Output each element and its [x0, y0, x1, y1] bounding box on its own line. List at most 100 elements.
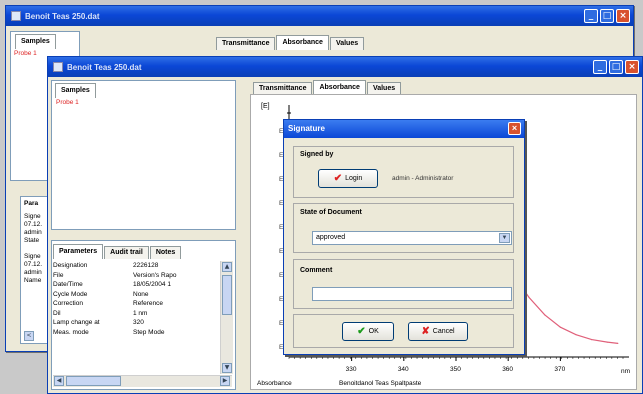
- scroll-right-button[interactable]: ▶: [220, 376, 230, 386]
- samples-panel: Samples Probe 1: [51, 80, 236, 230]
- parameters-table: Designation 2226128 File Version's Rapo Date…: [53, 262, 228, 338]
- state-select[interactable]: approved ▼: [312, 231, 512, 245]
- app-icon: [11, 11, 21, 21]
- x-axis-label: Absorbance: [257, 380, 292, 387]
- comment-section: Comment: [293, 259, 514, 309]
- maximize-button[interactable]: □: [609, 60, 623, 74]
- minimize-button[interactable]: _: [584, 9, 598, 23]
- scroll-up-button[interactable]: ▲: [222, 262, 232, 272]
- back-scroll-left-button[interactable]: <: [24, 331, 34, 341]
- cancel-button[interactable]: ✘ Cancel: [408, 322, 468, 341]
- chart-tabs: Transmittance Absorbance Values: [253, 80, 402, 95]
- signed-by-label: Signed by: [300, 151, 334, 158]
- parameters-tabs: Parameters Audit trail Notes: [53, 244, 182, 259]
- data-point: [617, 342, 619, 344]
- param-key: Designation: [53, 262, 88, 269]
- tab-audit-trail[interactable]: Audit trail: [104, 246, 149, 259]
- param-value: 18/05/2004 1: [133, 281, 171, 288]
- tab-absorbance[interactable]: Absorbance: [313, 80, 366, 95]
- back-window-title: Benoit Teas 250.dat: [25, 11, 100, 21]
- x-tick-label: 370: [554, 366, 565, 373]
- dialog-close-button[interactable]: ×: [508, 122, 521, 135]
- scroll-thumb[interactable]: [222, 275, 232, 315]
- back-param-line: Signe: [24, 213, 41, 220]
- chart-subtitle: Benoitdanol Teas Spaltpaste: [339, 380, 422, 387]
- y-axis-label: [E]: [261, 103, 270, 110]
- param-value: None: [133, 290, 149, 298]
- chevron-down-icon[interactable]: ▼: [499, 233, 510, 243]
- back-param-line: 07.12.: [24, 261, 43, 268]
- login-button-label: Login: [345, 175, 363, 182]
- checkmark-icon: ✔: [333, 173, 343, 184]
- data-point: [528, 296, 530, 299]
- state-select-value: approved: [316, 234, 346, 241]
- scroll-down-button[interactable]: ▼: [222, 363, 232, 373]
- table-row[interactable]: Lamp change at 320: [53, 319, 228, 329]
- table-row[interactable]: File Version's Rapo: [53, 272, 228, 282]
- samples-tab[interactable]: Samples: [55, 83, 96, 98]
- back-sample-item[interactable]: Probe 1: [14, 50, 37, 57]
- data-point: [559, 326, 561, 328]
- front-window-title: Benoit Teas 250.dat: [67, 62, 142, 72]
- param-key: Correction: [53, 300, 83, 307]
- table-row[interactable]: Designation 2226128: [53, 262, 228, 272]
- x-tick-label: 340: [398, 366, 409, 373]
- back-samples-tab[interactable]: Samples: [15, 34, 56, 49]
- front-window-titlebar[interactable]: Benoit Teas 250.dat _ □ ×: [48, 57, 642, 77]
- close-button[interactable]: ×: [625, 60, 639, 74]
- back-param-line: State: [24, 237, 40, 244]
- table-row[interactable]: Correction Reference: [53, 300, 228, 310]
- back-tab-values[interactable]: Values: [329, 37, 365, 50]
- comment-label: Comment: [300, 267, 333, 274]
- signed-by-section: Signed by ✔ Login admin - Administrator: [293, 146, 514, 198]
- cancel-x-icon: ✘: [421, 326, 430, 337]
- data-point: [575, 334, 577, 336]
- param-key: Date/Time: [53, 281, 83, 288]
- back-param-line: [24, 245, 42, 253]
- comment-field[interactable]: [312, 287, 512, 301]
- close-button[interactable]: ×: [616, 9, 630, 23]
- ok-button[interactable]: ✔ OK: [342, 322, 394, 341]
- back-param-line: 07.12.: [24, 221, 43, 228]
- back-params-label: Para: [24, 200, 39, 207]
- table-row[interactable]: Cycle Mode None: [53, 291, 228, 301]
- param-key: Cycle Mode: [53, 290, 88, 298]
- maximize-button[interactable]: □: [600, 9, 614, 23]
- x-tick-label: 350: [450, 366, 461, 373]
- cancel-button-label: Cancel: [432, 328, 455, 335]
- parameters-scrollbar[interactable]: ▲ ▼: [220, 261, 233, 374]
- param-key: Lamp change at: [53, 319, 100, 326]
- param-value: 2226128: [133, 262, 159, 269]
- signature-dialog[interactable]: Signature × Signed by ✔ Login admin - Ad…: [283, 119, 525, 355]
- x-unit-label: nm: [621, 368, 630, 375]
- data-point: [606, 341, 608, 343]
- back-param-line: admin: [24, 269, 42, 276]
- scroll-left-button[interactable]: ◀: [54, 376, 64, 386]
- x-tick-label: 360: [502, 366, 513, 373]
- ok-button-label: OK: [368, 328, 379, 335]
- param-value: 1 nm: [133, 309, 148, 317]
- dialog-titlebar[interactable]: Signature ×: [284, 120, 524, 138]
- table-row[interactable]: Dil 1 nm: [53, 310, 228, 320]
- back-param-line: Name: [24, 277, 42, 284]
- minimize-button[interactable]: _: [593, 60, 607, 74]
- tab-notes[interactable]: Notes: [149, 246, 182, 259]
- table-row[interactable]: Date/Time 18/05/2004 1: [53, 281, 228, 291]
- param-value: Reference: [133, 300, 163, 307]
- signed-user: admin - Administrator: [392, 175, 454, 182]
- tab-parameters[interactable]: Parameters: [53, 244, 104, 259]
- sample-item[interactable]: Probe 1: [56, 99, 79, 106]
- back-tab-transmittance[interactable]: Transmittance: [216, 37, 276, 50]
- back-chart-tabs: Transmittance Absorbance Values: [216, 35, 365, 50]
- param-value: 320: [133, 319, 144, 326]
- data-point: [591, 339, 593, 341]
- back-tab-absorbance[interactable]: Absorbance: [276, 35, 329, 50]
- state-section: State of Document approved ▼: [293, 203, 514, 253]
- back-window-titlebar[interactable]: Benoit Teas 250.dat _ □ ×: [6, 6, 633, 26]
- ok-check-icon: ✔: [357, 326, 366, 337]
- state-label: State of Document: [300, 209, 362, 216]
- login-button[interactable]: ✔ Login: [318, 169, 378, 188]
- parameters-hscrollbar[interactable]: ◀ ▶: [53, 375, 232, 387]
- scroll-hthumb[interactable]: [66, 376, 121, 386]
- table-row[interactable]: Meas. mode Step Mode: [53, 329, 228, 339]
